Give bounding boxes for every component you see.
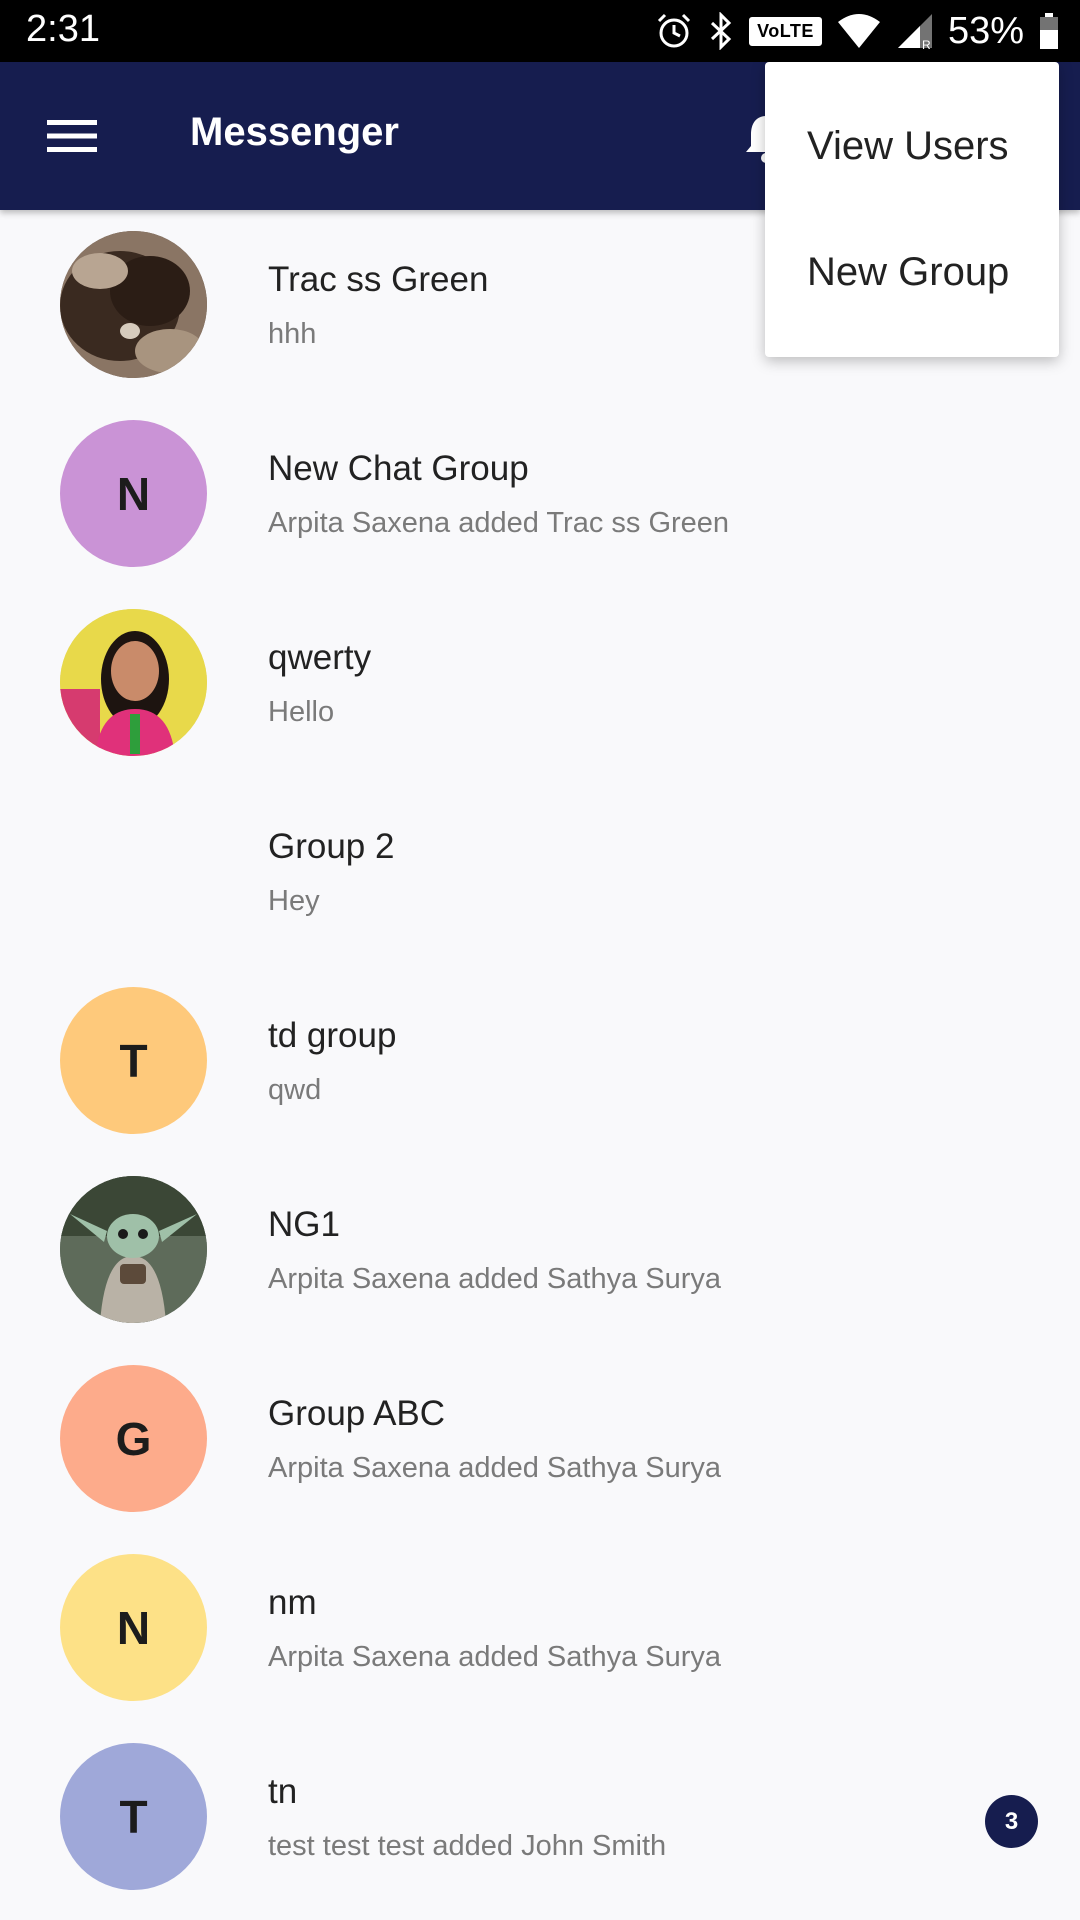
bluetooth-icon: [707, 12, 735, 50]
chat-item[interactable]: G Group ABC Arpita Saxena added Sathya S…: [0, 1344, 1080, 1533]
avatar-letter: T: [119, 1034, 148, 1087]
chat-last-message: Arpita Saxena added Sathya Surya: [268, 1641, 722, 1673]
chat-item[interactable]: qwerty Hello: [0, 588, 1080, 777]
chat-last-message: Arpita Saxena added Sathya Surya: [268, 1452, 722, 1484]
alarm-icon: [655, 12, 693, 50]
status-icons: VoLTE R 53%: [655, 0, 1060, 62]
battery-percent: 53%: [947, 9, 1024, 52]
chat-last-message: qwd: [268, 1074, 322, 1106]
wifi-icon: [836, 12, 882, 50]
avatar-letter: T: [119, 1790, 148, 1843]
app-title: Messenger: [190, 110, 399, 154]
chat-name: Group ABC: [268, 1394, 446, 1433]
volte-badge: VoLTE: [749, 16, 822, 46]
letter-avatar: N: [60, 1554, 207, 1701]
chat-name: Trac ss Green: [268, 260, 489, 299]
chat-item[interactable]: Group 2 Hey: [0, 777, 1080, 966]
avatar: [60, 231, 207, 378]
letter-avatar: T: [60, 987, 207, 1134]
chat-name: qwerty: [268, 638, 372, 677]
status-time: 2:31: [26, 8, 100, 50]
chat-list: Trac ss Green hhh N New Chat Group Arpit…: [0, 210, 1080, 1911]
hamburger-menu-button[interactable]: [36, 104, 108, 168]
avatar-letter: N: [116, 467, 151, 520]
chat-item[interactable]: T td group qwd: [0, 966, 1080, 1155]
chat-name: Group 2: [268, 827, 395, 866]
unread-count-badge: 3: [985, 1795, 1038, 1848]
avatar-letter: G: [115, 1412, 152, 1465]
chat-name: New Chat Group: [268, 449, 529, 488]
hamburger-icon: [47, 120, 97, 152]
svg-text:R: R: [922, 38, 931, 50]
letter-avatar: G: [60, 1365, 207, 1512]
chat-last-message: Arpita Saxena added Sathya Surya: [268, 1263, 722, 1295]
signal-icon: R: [896, 12, 934, 50]
avatar: [60, 609, 207, 756]
battery-icon: [1038, 12, 1060, 50]
chat-item[interactable]: N nm Arpita Saxena added Sathya Surya: [0, 1533, 1080, 1722]
menu-item-view-users[interactable]: View Users: [807, 124, 1009, 169]
letter-avatar: N: [60, 420, 207, 567]
avatar-letter: N: [116, 1601, 151, 1654]
chat-name: nm: [268, 1583, 317, 1622]
chat-item[interactable]: T tn test test test added John Smith 3: [0, 1722, 1080, 1911]
chat-item[interactable]: N New Chat Group Arpita Saxena added Tra…: [0, 399, 1080, 588]
overflow-menu: View Users New Group: [765, 62, 1059, 357]
avatar: [60, 1176, 207, 1323]
chat-name: td group: [268, 1016, 397, 1055]
chat-last-message: Hello: [268, 696, 335, 728]
letter-avatar: T: [60, 1743, 207, 1890]
status-bar: 2:31 VoLTE R 53%: [0, 0, 1080, 62]
chat-name: NG1: [268, 1205, 340, 1244]
chat-item[interactable]: NG1 Arpita Saxena added Sathya Surya: [0, 1155, 1080, 1344]
chat-last-message: hhh: [268, 318, 317, 350]
menu-item-new-group[interactable]: New Group: [807, 250, 1009, 295]
chat-last-message: Arpita Saxena added Trac ss Green: [268, 507, 730, 539]
chat-name: tn: [268, 1772, 298, 1811]
chat-last-message: test test test added John Smith: [268, 1830, 667, 1862]
chat-last-message: Hey: [268, 885, 320, 917]
